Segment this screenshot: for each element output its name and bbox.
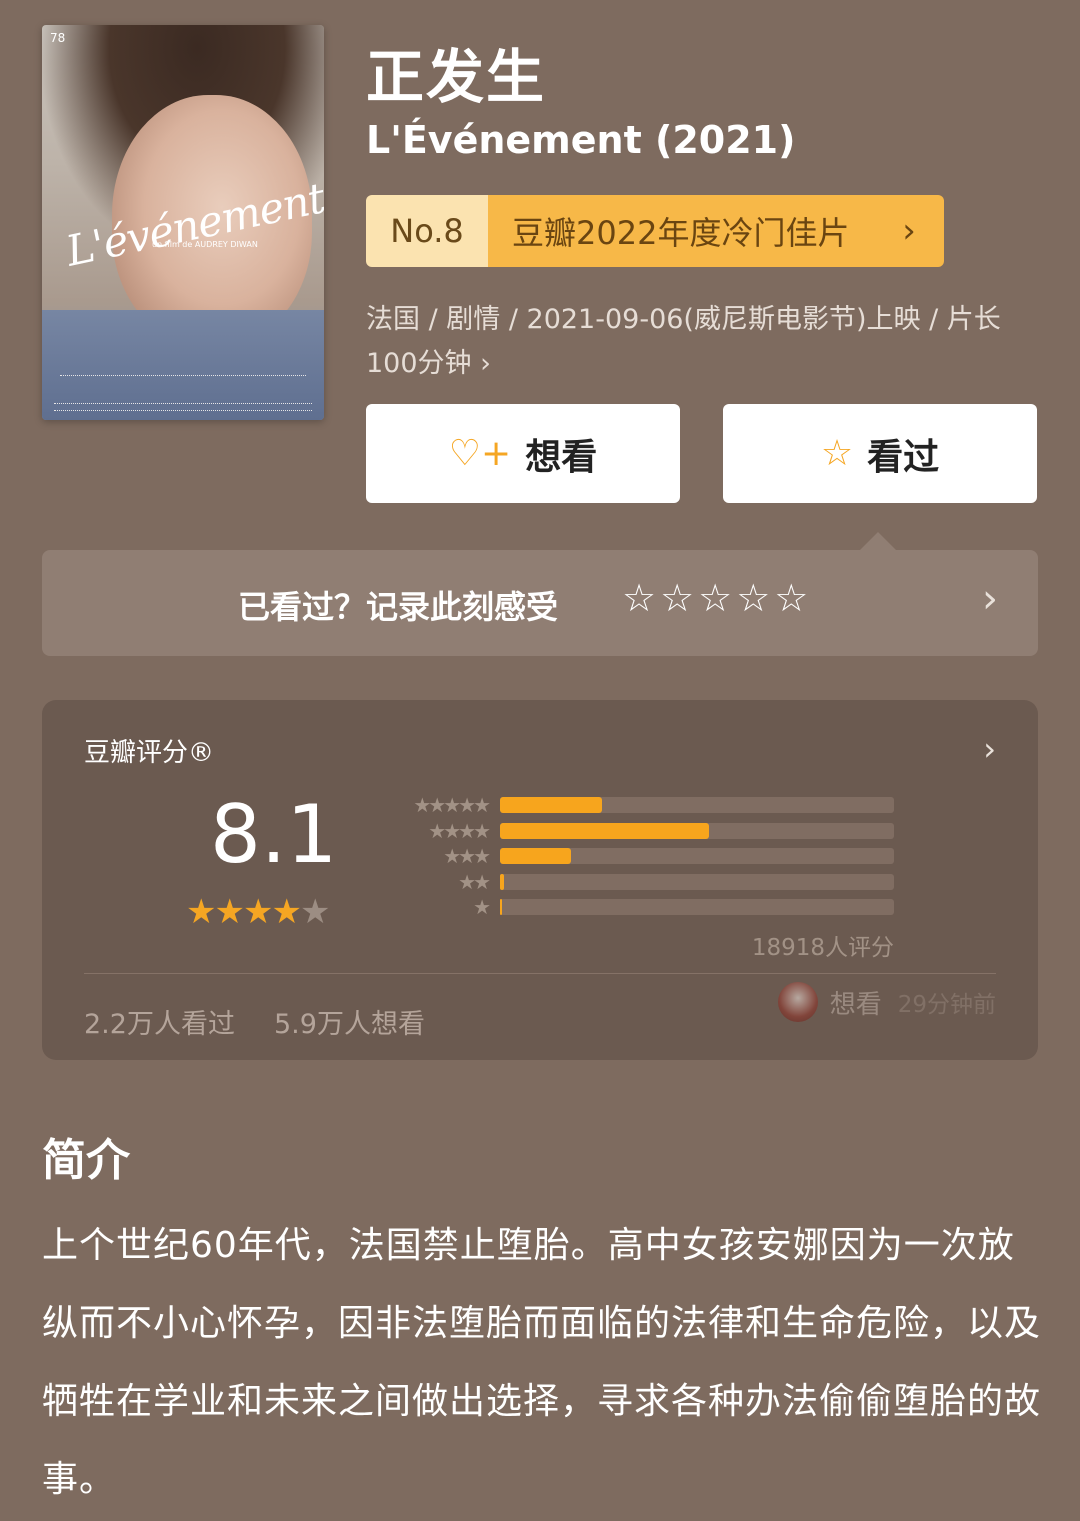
rating-stars: ★★★★★ <box>186 892 331 932</box>
distribution-track <box>500 797 894 813</box>
festival-logo: 78 <box>50 31 66 45</box>
heart-plus-icon: ♡+ <box>448 433 512 474</box>
rating-card[interactable]: 豆瓣评分® › 8.1 ★★★★★ ★★★★★ ★★★★ ★★★ ★★ ★ 18918人… <box>42 700 1038 1060</box>
rating-title: 豆瓣评分® <box>84 738 215 768</box>
popover-pointer <box>860 532 896 550</box>
star-filled-icon: ★ <box>271 892 302 932</box>
meta-line-2: 100分钟 › <box>366 348 491 379</box>
distribution-bar <box>500 873 504 890</box>
want-label: 想看 <box>525 436 598 478</box>
want-count[interactable]: 5.9万人想看 <box>274 1002 425 1041</box>
distribution-stars: ★★ <box>458 869 491 894</box>
distribution-row: ★★★★ <box>388 820 898 846</box>
distribution-track <box>500 899 894 915</box>
chevron-right-icon: › <box>982 576 998 622</box>
distribution-track <box>500 848 894 864</box>
star-filled-icon: ★ <box>214 892 245 932</box>
seen-button[interactable]: ☆ 看过 <box>723 404 1037 503</box>
distribution-row: ★ <box>388 896 898 922</box>
poster-director: un film de AUDREY DIWAN <box>152 240 258 249</box>
record-feeling-bar[interactable]: 已看过？记录此刻感受 ☆☆☆☆☆ › <box>42 550 1038 656</box>
distribution-row: ★★ <box>388 871 898 897</box>
distribution-row: ★★★ <box>388 845 898 871</box>
distribution-bar <box>500 822 709 839</box>
intro-heading: 简介 <box>42 1135 130 1186</box>
distribution-bar <box>500 899 503 915</box>
star-filled-icon: ★ <box>242 892 274 932</box>
movie-title-cn: 正发生 <box>366 43 547 111</box>
distribution-bar <box>500 848 571 864</box>
distribution-track <box>500 822 894 839</box>
star-empty-icon: ★ <box>299 892 331 932</box>
chevron-right-icon: › <box>983 730 996 768</box>
star-filled-icon: ★ <box>186 892 217 932</box>
want-button[interactable]: ♡+ 想看 <box>366 404 680 503</box>
avatar <box>777 982 818 1022</box>
activity-verb: 想看 <box>829 989 882 1020</box>
record-star-input[interactable]: ☆☆☆☆☆ <box>622 576 812 620</box>
distribution-track <box>500 873 894 890</box>
movie-title-en: L'Événement (2021) <box>366 118 796 162</box>
rank-banner[interactable]: No.8 豆瓣2022年度冷门佳片 › <box>366 195 944 267</box>
seen-label: 看过 <box>867 436 940 478</box>
star-outline-icon: ☆ <box>820 433 854 474</box>
poster-credits <box>60 375 306 378</box>
record-label: 已看过？记录此刻感受 <box>238 588 559 626</box>
rank-label: 豆瓣2022年度冷门佳片 <box>488 195 874 267</box>
distribution-stars: ★★★★★ <box>413 793 491 817</box>
seen-count[interactable]: 2.2万人看过 <box>84 1002 235 1041</box>
movie-meta[interactable]: 法国 / 剧情 / 2021-09-06(威尼斯电影节)上映 / 片长 100分… <box>366 298 1046 386</box>
recent-activity: 想看 29分钟前 <box>777 982 996 1022</box>
chevron-right-icon: › <box>874 195 944 267</box>
rank-number: No.8 <box>366 195 488 267</box>
distribution-row: ★★★★★ <box>388 794 898 820</box>
intro-text: 上个世纪60年代，法国禁止堕胎。高中女孩安娜因为一次放纵而不小心怀孕，因非法堕胎… <box>42 1225 1042 1500</box>
distribution-stars: ★★★★ <box>428 818 491 843</box>
meta-line-1: 法国 / 剧情 / 2021-09-06(威尼斯电影节)上映 / 片长 <box>366 304 1001 335</box>
distribution-bar <box>500 797 603 813</box>
rating-score: 8.1 <box>210 788 338 881</box>
poster-credits-block <box>54 403 312 411</box>
rating-count: 18918人评分 <box>751 935 894 961</box>
movie-poster[interactable]: 78 L'événement un film de AUDREY DIWAN <box>42 25 324 420</box>
divider <box>84 973 996 974</box>
rating-distribution: ★★★★★ ★★★★ ★★★ ★★ ★ <box>388 794 898 922</box>
activity-time: 29分钟前 <box>897 992 996 1018</box>
distribution-stars: ★★★ <box>443 844 491 868</box>
distribution-stars: ★ <box>473 895 491 919</box>
